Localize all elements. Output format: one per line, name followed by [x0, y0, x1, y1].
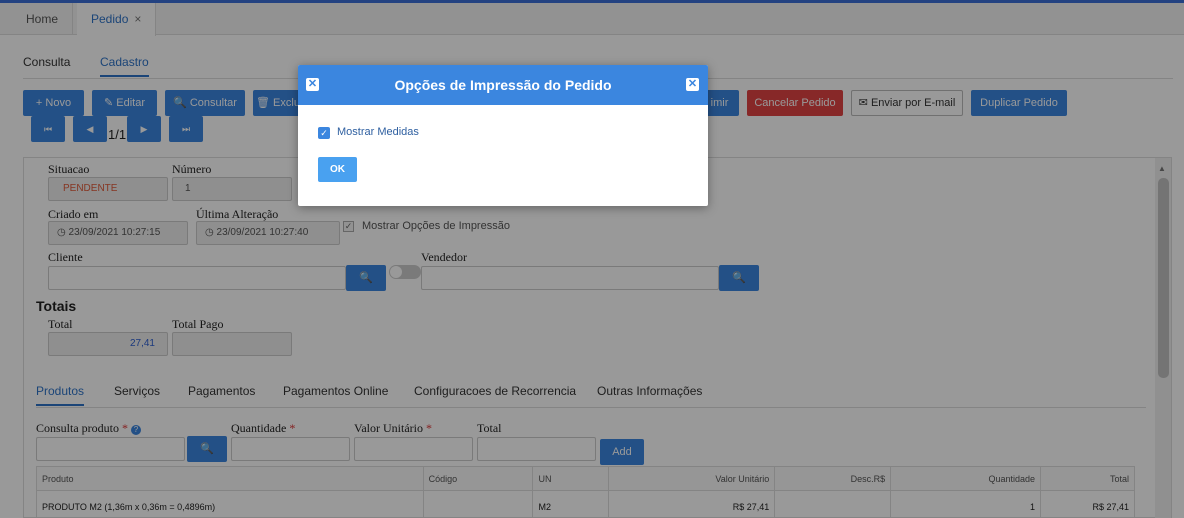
dialog-title: Opções de Impressão do Pedido [394, 77, 612, 93]
dialog-header: ✕ Opções de Impressão do Pedido ✕ [298, 65, 708, 105]
mostrar-medidas-label[interactable]: Mostrar Medidas [337, 126, 419, 138]
mostrar-medidas-checkbox[interactable]: ✓ [318, 127, 330, 139]
ok-button[interactable]: OK [318, 157, 357, 182]
close-icon[interactable]: ✕ [686, 78, 699, 91]
print-options-dialog: ✕ Opções de Impressão do Pedido ✕ ✓ Most… [298, 65, 708, 206]
